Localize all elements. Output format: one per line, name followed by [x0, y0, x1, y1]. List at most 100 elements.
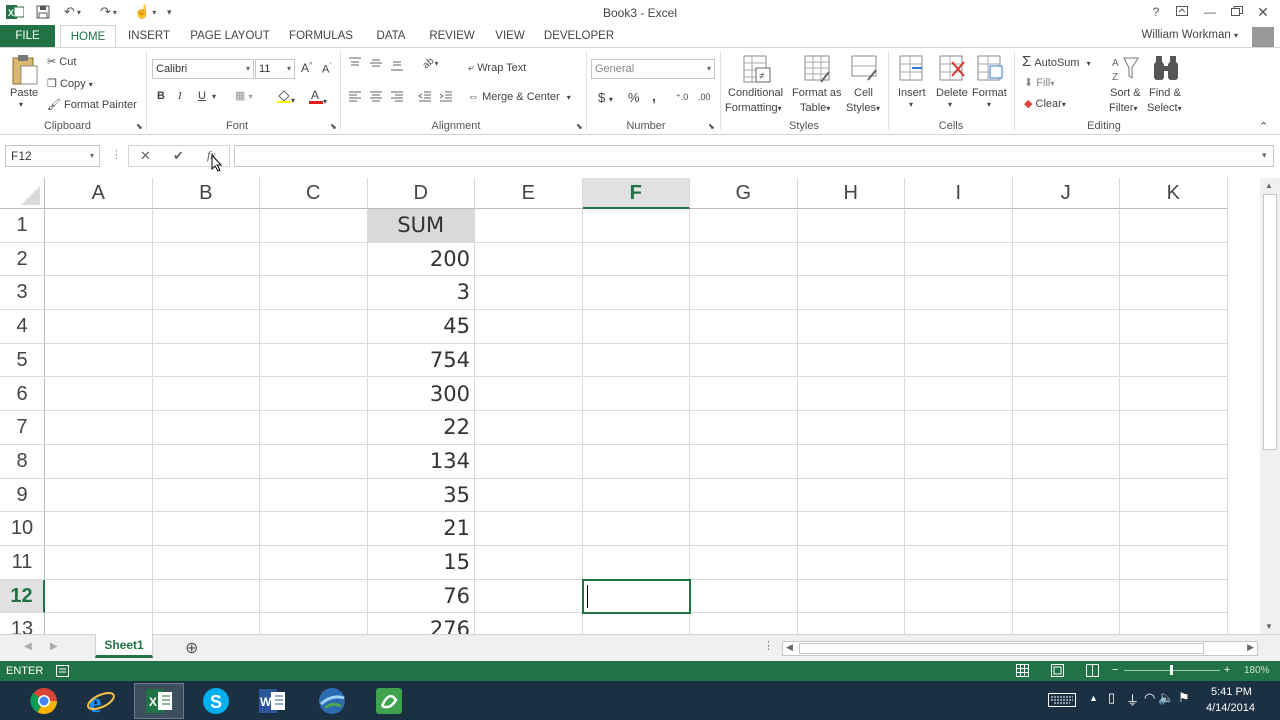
tab-view[interactable]: VIEW	[490, 25, 530, 47]
user-account[interactable]: William Workman ▾	[1142, 29, 1238, 41]
power-icon[interactable]: ⏚	[1126, 690, 1139, 709]
conditional-formatting-label-2[interactable]: Formatting▾	[725, 102, 782, 114]
cell-i11[interactable]	[905, 546, 1013, 580]
cell-h8[interactable]	[797, 444, 905, 479]
cell-f6[interactable]	[582, 377, 690, 412]
insert-button[interactable]: Insert	[898, 87, 926, 99]
column-header-k[interactable]: K	[1120, 178, 1228, 209]
cell-d5[interactable]: 754	[367, 343, 475, 378]
alignment-launcher-icon[interactable]: ⬊	[576, 122, 583, 131]
cell-b12[interactable]	[152, 579, 260, 614]
cell-f3[interactable]	[582, 276, 690, 311]
underline-button[interactable]: U	[198, 90, 206, 102]
cell-d12[interactable]: 76	[367, 579, 475, 614]
cell-c12[interactable]	[260, 579, 368, 614]
cell-d1[interactable]: SUM	[367, 209, 475, 243]
cell-d11[interactable]: 15	[367, 546, 475, 580]
zoom-level[interactable]: 180%	[1244, 665, 1270, 676]
shrink-font-icon[interactable]: Aˇ	[322, 63, 332, 76]
cell-g2[interactable]	[690, 242, 798, 277]
cell-h7[interactable]	[797, 411, 905, 445]
column-header-i[interactable]: I	[905, 178, 1013, 209]
cell-k3[interactable]	[1120, 276, 1228, 311]
delete-dropdown-icon[interactable]: ▾	[948, 100, 952, 109]
cell-j11[interactable]	[1012, 546, 1120, 580]
cell-b8[interactable]	[152, 444, 260, 479]
paste-icon[interactable]	[9, 54, 39, 85]
cell-h13[interactable]	[798, 613, 905, 634]
row-header-5[interactable]: 5	[0, 343, 45, 378]
cell-c9[interactable]	[260, 478, 368, 513]
cell-i4[interactable]	[905, 310, 1013, 344]
font-name-select[interactable]: Calibri ▾	[152, 59, 254, 79]
row-header-13[interactable]: 13	[0, 613, 45, 634]
cell-b13[interactable]	[153, 613, 260, 634]
cell-g12[interactable]	[690, 579, 798, 614]
sheet-tab-sheet1[interactable]: Sheet1	[95, 634, 153, 658]
conditional-formatting-icon[interactable]: ≠	[742, 54, 772, 84]
number-format-select[interactable]: General ▾	[591, 59, 715, 79]
vertical-scroll-thumb[interactable]	[1263, 194, 1277, 450]
cell-d10[interactable]: 21	[367, 512, 475, 546]
cell-f8[interactable]	[582, 444, 690, 479]
tab-data[interactable]: DATA	[368, 25, 414, 47]
cell-i7[interactable]	[905, 411, 1013, 445]
clipboard-launcher-icon[interactable]: ⬊	[136, 122, 143, 131]
row-header-10[interactable]: 10	[0, 512, 45, 546]
cell-j3[interactable]	[1012, 276, 1120, 311]
cell-k1[interactable]	[1120, 209, 1228, 243]
cell-b7[interactable]	[152, 411, 260, 445]
name-box[interactable]: F12 ▾	[5, 145, 100, 167]
format-as-table-label-1[interactable]: Format as	[792, 87, 842, 99]
tab-page-layout[interactable]: PAGE LAYOUT	[186, 25, 274, 47]
cell-i13[interactable]	[905, 613, 1013, 634]
cell-i3[interactable]	[905, 276, 1013, 311]
vertical-scrollbar[interactable]: ▲ ▼	[1260, 178, 1280, 634]
cell-c13[interactable]	[260, 613, 368, 634]
grow-font-icon[interactable]: A^	[301, 61, 312, 75]
cell-k11[interactable]	[1120, 546, 1228, 580]
cell-d13[interactable]: 276	[368, 613, 475, 634]
bold-button[interactable]: B	[157, 90, 165, 102]
cell-g13[interactable]	[690, 613, 798, 634]
sort-filter-label-1[interactable]: Sort &	[1110, 87, 1141, 99]
align-center-icon[interactable]	[368, 90, 384, 104]
cell-h4[interactable]	[797, 310, 905, 344]
percent-button[interactable]: %	[628, 90, 640, 105]
google-earth-icon[interactable]	[307, 683, 357, 719]
clear-button[interactable]: ◆ Clear▾	[1024, 97, 1066, 110]
cell-i10[interactable]	[905, 512, 1013, 546]
cell-i9[interactable]	[905, 478, 1013, 513]
cell-j1[interactable]	[1012, 209, 1120, 243]
cell-c4[interactable]	[260, 310, 368, 344]
cell-i2[interactable]	[905, 242, 1013, 277]
conditional-formatting-label-1[interactable]: Conditional	[728, 87, 783, 99]
format-as-table-icon[interactable]	[803, 54, 833, 84]
align-middle-icon[interactable]	[368, 56, 384, 70]
fill-color-icon[interactable]: ▾	[277, 89, 295, 106]
cell-f11[interactable]	[582, 546, 690, 580]
cut-button[interactable]: ✂ Cut	[47, 55, 76, 68]
cell-d2[interactable]: 200	[367, 242, 475, 277]
page-break-view-icon[interactable]	[1086, 664, 1099, 680]
cell-i12[interactable]	[905, 579, 1013, 614]
find-select-label-2[interactable]: Select▾	[1147, 102, 1182, 114]
cell-k8[interactable]	[1120, 444, 1228, 479]
wifi-icon[interactable]: ◠	[1144, 690, 1155, 706]
decrease-indent-icon[interactable]	[417, 90, 433, 104]
cell-f9[interactable]	[582, 478, 690, 513]
row-header-11[interactable]: 11	[0, 546, 45, 580]
cell-c8[interactable]	[260, 444, 368, 479]
cell-b3[interactable]	[152, 276, 260, 311]
cell-e2[interactable]	[475, 242, 583, 277]
cell-e13[interactable]	[475, 613, 583, 634]
cell-i5[interactable]	[905, 343, 1013, 378]
cell-a1[interactable]	[45, 209, 153, 243]
tab-insert[interactable]: INSERT	[122, 25, 176, 47]
cell-j2[interactable]	[1012, 242, 1120, 277]
merge-center-button[interactable]: ⇔ Merge & Center ▾	[468, 91, 571, 103]
scroll-up-icon[interactable]: ▲	[1265, 181, 1273, 190]
tab-review[interactable]: REVIEW	[424, 25, 480, 47]
cell-e1[interactable]	[475, 209, 583, 243]
font-color-icon[interactable]: A ▾	[309, 88, 327, 107]
